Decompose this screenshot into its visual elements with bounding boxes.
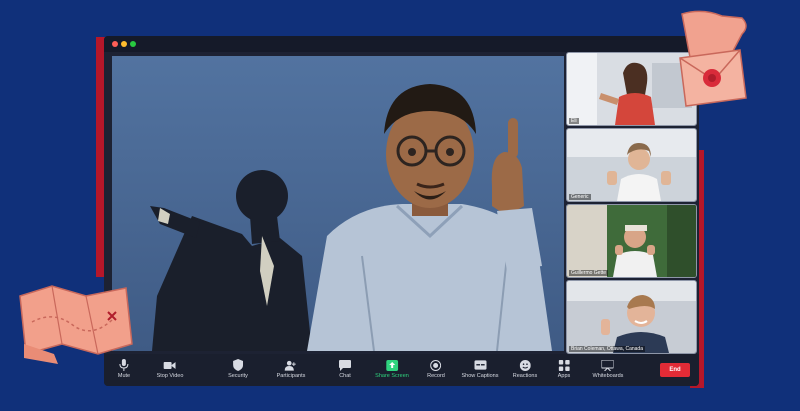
security-button[interactable]: Security: [228, 359, 248, 383]
scroll-envelope-sticker: [679, 10, 747, 107]
maximize-window-button[interactable]: [130, 41, 136, 47]
shield-icon: [232, 359, 244, 371]
participant-name: Eli: [569, 118, 579, 124]
window-titlebar: [104, 36, 699, 52]
participant-name: Generic: [569, 194, 591, 200]
end-meeting-button[interactable]: End: [660, 363, 690, 377]
reactions-button[interactable]: Reactions: [513, 359, 537, 383]
apps-button[interactable]: Apps: [558, 359, 570, 383]
participant-name: Guillermo Gette: [569, 270, 609, 276]
show-captions-button[interactable]: Show Captions: [462, 359, 499, 383]
participant-video: [567, 205, 696, 277]
video-call-window: Eli Generic Guillermo Gette Brian Colema…: [104, 36, 699, 386]
chat-bubble-icon: [339, 359, 351, 371]
captions-icon: [474, 359, 486, 371]
participant-tile[interactable]: Generic: [566, 128, 697, 202]
main-speaker-video[interactable]: [112, 56, 564, 351]
participant-video: [567, 129, 696, 201]
stop-video-button[interactable]: Stop Video: [157, 359, 183, 383]
whiteboards-button[interactable]: Whiteboards: [593, 359, 623, 383]
participant-video: [567, 281, 696, 353]
participant-tile[interactable]: Guillermo Gette: [566, 204, 697, 278]
apps-icon: [558, 359, 570, 371]
video-camera-icon: [164, 359, 176, 371]
share-screen-button[interactable]: Share Screen: [375, 359, 409, 383]
meeting-toolbar: Mute Stop Video Security Participants Ch…: [104, 354, 699, 386]
participant-name: Brian Coleman, Ottawa, Canada: [569, 346, 645, 352]
map-sticker: [19, 285, 133, 364]
speaker-illustration: [112, 56, 564, 351]
close-window-button[interactable]: [112, 41, 118, 47]
minimize-window-button[interactable]: [121, 41, 127, 47]
record-icon: [430, 359, 442, 371]
participant-tile[interactable]: Brian Coleman, Ottawa, Canada: [566, 280, 697, 354]
smiley-icon: [519, 359, 531, 371]
share-screen-icon: [385, 359, 398, 371]
participants-icon: [285, 359, 297, 371]
chat-button[interactable]: Chat: [339, 359, 351, 383]
whiteboard-icon: [601, 359, 614, 371]
participants-button[interactable]: Participants: [277, 359, 305, 383]
record-button[interactable]: Record: [427, 359, 445, 383]
